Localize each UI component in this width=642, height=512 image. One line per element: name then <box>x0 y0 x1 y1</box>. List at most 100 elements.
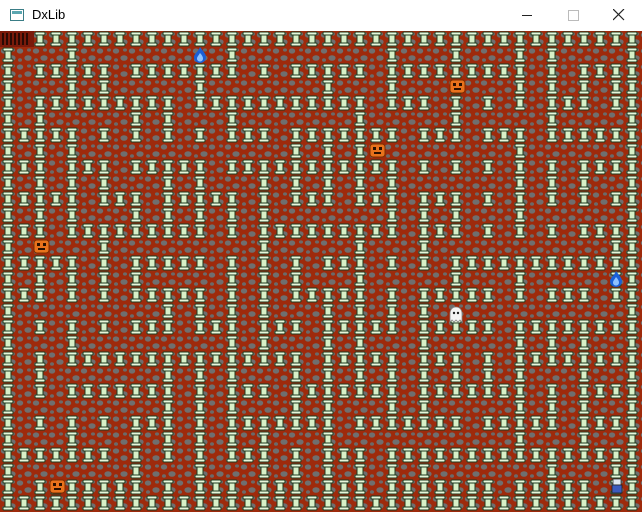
maze-pillar <box>626 175 638 191</box>
maze-pillar <box>546 447 558 463</box>
maze-pillar <box>2 463 14 479</box>
maze-pillar <box>386 383 398 399</box>
maze-pillar <box>546 191 558 207</box>
maze-pillar <box>34 255 46 271</box>
maze-pillar <box>482 31 494 47</box>
maze-pillar <box>82 159 94 175</box>
maze-pillar <box>434 383 446 399</box>
maze-pillar <box>498 495 510 511</box>
maze-pillar <box>546 255 558 271</box>
maze-pillar <box>402 479 414 495</box>
maze-pillar <box>290 223 302 239</box>
maze-pillar <box>194 431 206 447</box>
maze-pillar <box>594 255 606 271</box>
title-bar[interactable]: DxLib <box>0 0 642 32</box>
close-button[interactable] <box>596 0 642 31</box>
maze-pillar <box>514 175 526 191</box>
maze-pillar <box>322 479 334 495</box>
maze-pillar <box>370 127 382 143</box>
maze-pillar <box>226 159 238 175</box>
maze-pillar <box>418 335 430 351</box>
maze-pillar <box>290 447 302 463</box>
maze-pillar <box>450 351 462 367</box>
maze-pillar <box>130 383 142 399</box>
maze-pillar <box>66 495 78 511</box>
game-canvas[interactable] <box>0 31 642 512</box>
maze-pillar <box>386 95 398 111</box>
maze-pillar <box>354 463 366 479</box>
maze-pillar <box>482 159 494 175</box>
maze-pillar <box>226 335 238 351</box>
maze-pillar <box>66 351 78 367</box>
maze-pillar <box>562 495 574 511</box>
maze-pillar <box>226 63 238 79</box>
maze-pillar <box>306 127 318 143</box>
maze-pillar <box>258 191 270 207</box>
maze-pillar <box>146 223 158 239</box>
maze-pillar <box>98 159 110 175</box>
maze-pillar <box>82 31 94 47</box>
maze-pillar <box>578 351 590 367</box>
maze-pillar <box>546 319 558 335</box>
maze-pillar <box>274 415 286 431</box>
maze-pillar <box>322 95 334 111</box>
maze-pillar <box>434 63 446 79</box>
maze-pillar <box>322 159 334 175</box>
maze-pillar <box>546 63 558 79</box>
maze-pillar <box>2 79 14 95</box>
maze-pillar <box>130 415 142 431</box>
maze-pillar <box>514 207 526 223</box>
maze-pillar <box>2 159 14 175</box>
maze-floor <box>0 31 642 512</box>
maze-pillar <box>194 383 206 399</box>
maze-pillar <box>210 319 222 335</box>
maze-pillar <box>578 255 590 271</box>
maze-pillar <box>594 159 606 175</box>
maze-pillar <box>130 31 142 47</box>
maze-pillar <box>2 479 14 495</box>
maze-pillar <box>258 255 270 271</box>
maze-pillar <box>226 31 238 47</box>
white-ghost-icon <box>449 306 463 323</box>
maze-pillar <box>578 223 590 239</box>
maze-pillar <box>434 31 446 47</box>
maze-pillar <box>386 191 398 207</box>
maze-pillar <box>370 351 382 367</box>
maze-pillar <box>594 383 606 399</box>
maze-pillar <box>274 319 286 335</box>
maze-pillar <box>146 63 158 79</box>
maze-pillar <box>34 415 46 431</box>
maze-pillar <box>194 287 206 303</box>
maze-pillar <box>386 351 398 367</box>
maze-pillar <box>418 223 430 239</box>
maze-pillar <box>546 463 558 479</box>
maze-pillar <box>450 479 462 495</box>
maze-pillar <box>354 495 366 511</box>
maze-pillar <box>258 463 270 479</box>
maze-pillar <box>546 399 558 415</box>
maze-pillar <box>2 47 14 63</box>
minimize-button[interactable] <box>504 0 550 31</box>
maze-pillar <box>626 415 638 431</box>
maze-pillar <box>482 95 494 111</box>
maze-pillar <box>50 95 62 111</box>
maze-pillar <box>50 255 62 271</box>
maze-pillar <box>626 127 638 143</box>
maze-pillar <box>162 127 174 143</box>
maze-pillar <box>98 63 110 79</box>
maze-pillar <box>2 399 14 415</box>
maximize-button[interactable] <box>550 0 596 31</box>
maze-pillar <box>210 31 222 47</box>
maze-pillar <box>498 31 510 47</box>
maze-pillar <box>34 175 46 191</box>
maze-pillar <box>450 255 462 271</box>
maze-pillar <box>386 495 398 511</box>
maze-pillar <box>66 207 78 223</box>
maze-pillar <box>290 287 302 303</box>
maze-pillar <box>466 319 478 335</box>
maze-pillar <box>274 159 286 175</box>
maze-pillar <box>546 287 558 303</box>
maze-pillar <box>242 31 254 47</box>
maze-pillar <box>2 207 14 223</box>
maze-pillar <box>194 351 206 367</box>
